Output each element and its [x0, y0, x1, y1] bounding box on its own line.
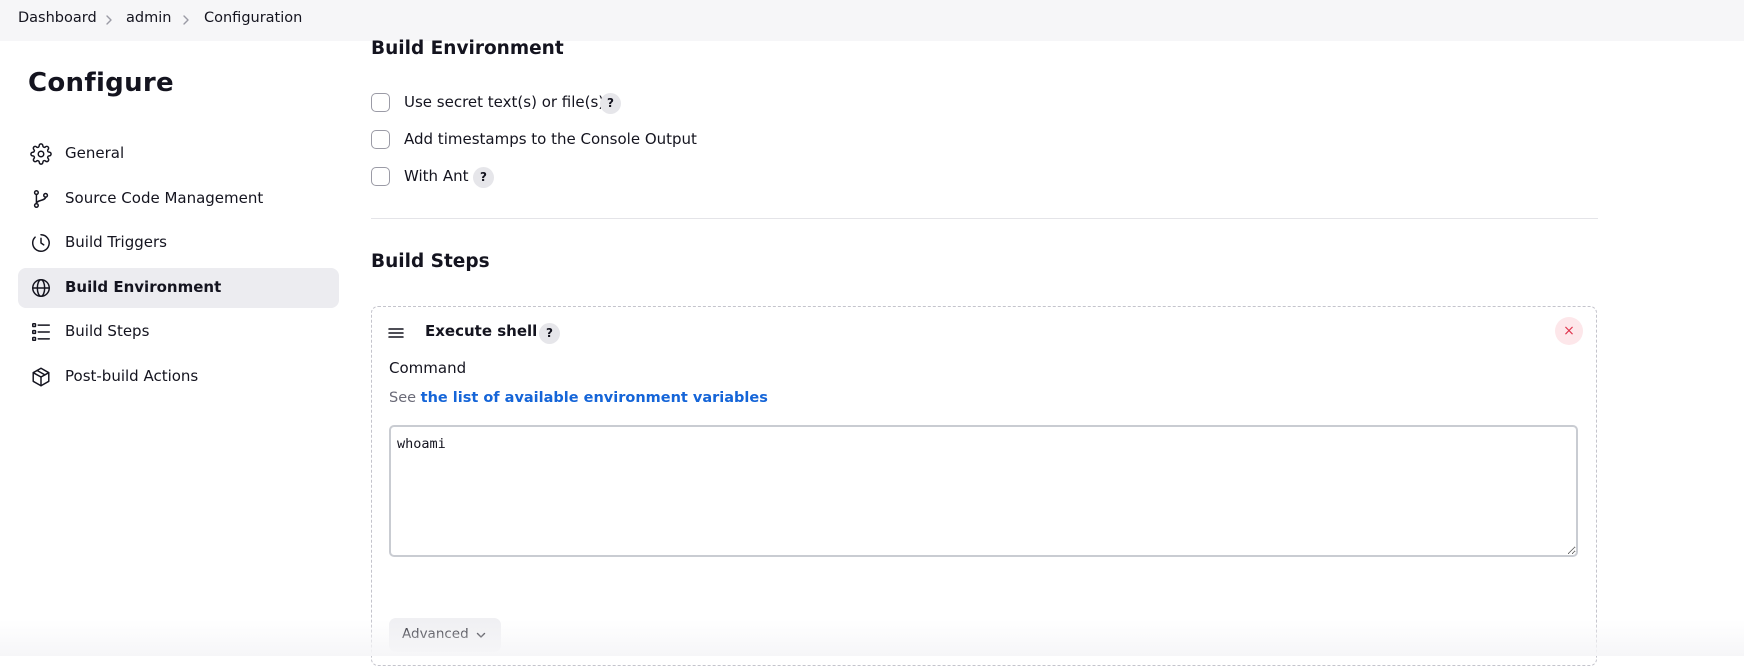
help-icon[interactable]: ?	[600, 93, 621, 114]
sidebar-item-build-steps[interactable]: Build Steps	[18, 312, 339, 352]
sidebar-item-label: Build Steps	[65, 322, 150, 340]
breadcrumb-dashboard[interactable]: Dashboard	[18, 10, 97, 26]
chevron-right-icon	[179, 13, 193, 27]
sidebar-item-label: General	[65, 144, 125, 162]
timestamps-checkbox[interactable]	[371, 130, 390, 149]
sidebar-item-general[interactable]: General	[18, 134, 339, 174]
breadcrumb-admin[interactable]: admin	[126, 10, 171, 26]
list-icon	[30, 321, 52, 343]
clock-icon	[30, 232, 52, 254]
chevron-right-icon	[102, 13, 116, 27]
advanced-label: Advanced	[402, 626, 469, 642]
sidebar-item-label: Build Environment	[65, 278, 222, 296]
drag-handle-icon[interactable]	[388, 326, 404, 340]
step-title: Execute shell	[425, 322, 538, 340]
build-steps-heading: Build Steps	[371, 251, 490, 272]
command-label: Command	[389, 359, 467, 377]
with-ant-checkbox[interactable]	[371, 167, 390, 186]
chevron-down-icon	[475, 629, 487, 641]
breadcrumb-bar: Dashboard admin Configuration	[0, 0, 1744, 41]
remove-step-button[interactable]: ×	[1555, 317, 1583, 345]
advanced-button[interactable]: Advanced	[389, 618, 501, 652]
git-branch-icon	[30, 188, 52, 210]
help-icon[interactable]: ?	[473, 167, 494, 188]
timestamps-label[interactable]: Add timestamps to the Console Output	[404, 130, 697, 148]
page-title: Configure	[28, 68, 174, 98]
secret-text-checkbox[interactable]	[371, 93, 390, 112]
sidebar-item-label: Source Code Management	[65, 189, 264, 207]
env-vars-link[interactable]: the list of available environment variab…	[421, 390, 768, 406]
gear-icon	[30, 143, 52, 165]
see-prefix: See	[389, 390, 417, 406]
secret-text-label[interactable]: Use secret text(s) or file(s)	[404, 93, 604, 111]
sidebar-item-post-build-actions[interactable]: Post-build Actions	[18, 357, 339, 397]
help-icon[interactable]: ?	[539, 323, 560, 344]
sidebar-item-source-code-management[interactable]: Source Code Management	[18, 179, 339, 219]
env-vars-hint: See the list of available environment va…	[389, 390, 768, 406]
breadcrumb-configuration[interactable]: Configuration	[204, 10, 302, 26]
sidebar-item-label: Build Triggers	[65, 233, 167, 251]
build-environment-heading: Build Environment	[371, 38, 564, 59]
with-ant-label[interactable]: With Ant	[404, 167, 468, 185]
execute-shell-step: Execute shell ? × Command See the list o…	[371, 306, 1597, 666]
command-textarea[interactable]: whoami	[389, 425, 1578, 557]
globe-icon	[30, 277, 52, 299]
section-divider	[371, 218, 1598, 219]
package-icon	[30, 366, 52, 388]
sidebar-item-label: Post-build Actions	[65, 367, 199, 385]
sidebar-item-build-triggers[interactable]: Build Triggers	[18, 223, 339, 263]
sidebar-item-build-environment[interactable]: Build Environment	[18, 268, 339, 308]
